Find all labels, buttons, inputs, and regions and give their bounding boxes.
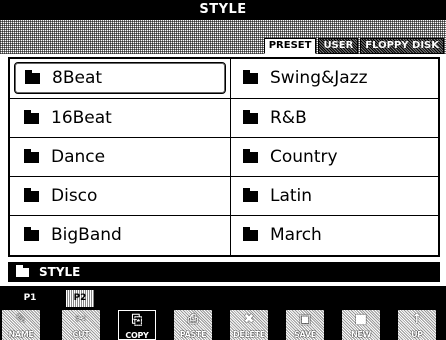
new-folder-button-label: NEW xyxy=(350,330,372,339)
file-item-label: Disco xyxy=(51,186,98,206)
name-button-label: NAME xyxy=(8,330,34,339)
folder-icon xyxy=(24,109,39,124)
file-item-label: Latin xyxy=(270,186,313,206)
file-item-label: March xyxy=(270,225,322,245)
folder-icon xyxy=(243,69,258,84)
folder-icon xyxy=(16,264,29,277)
file-row: Dance Country xyxy=(10,137,438,176)
save-icon: ▣ xyxy=(298,312,312,327)
tab-user[interactable]: USER xyxy=(318,38,359,54)
file-item-label: R&B xyxy=(270,108,307,128)
page-title: STYLE xyxy=(0,0,446,20)
delete-button-label: DELETE xyxy=(233,330,265,339)
copy-button-label: COPY xyxy=(125,331,149,340)
file-item-label: Swing&Jazz xyxy=(270,68,368,88)
copy-icon: ⎘ xyxy=(131,313,143,328)
paste-button-label: PASTE xyxy=(179,330,207,339)
folder-icon xyxy=(243,226,258,241)
folder-icon xyxy=(24,226,39,241)
file-item-swing-jazz[interactable]: Swing&Jazz xyxy=(231,59,438,97)
tab-floppy-disk[interactable]: FLOPPY DISK xyxy=(360,38,444,54)
file-row: BigBand March xyxy=(10,215,438,254)
up-button[interactable]: ↑ UP xyxy=(398,310,436,340)
file-item-march[interactable]: March xyxy=(231,216,438,254)
file-item-label: Country xyxy=(270,147,338,167)
current-path-bar: STYLE xyxy=(8,262,440,282)
file-grid: 8Beat Swing&Jazz 16Beat R&B Dance Countr… xyxy=(8,57,440,257)
file-item-label: Dance xyxy=(51,147,106,167)
folder-icon xyxy=(24,148,39,163)
cut-icon: ✂ xyxy=(75,312,87,327)
drive-tabs: PRESET USER FLOPPY DISK xyxy=(263,38,446,54)
file-item-r-and-b[interactable]: R&B xyxy=(231,99,438,137)
file-row: 8Beat Swing&Jazz xyxy=(10,59,438,98)
name-icon: ✎ xyxy=(15,312,27,327)
new-folder-icon: ■ xyxy=(354,312,368,327)
file-item-label: BigBand xyxy=(51,225,122,245)
delete-icon: ✖ xyxy=(243,312,255,327)
cut-button-label: CUT xyxy=(72,330,90,339)
copy-button[interactable]: ⎘ COPY xyxy=(118,310,156,340)
tab-preset[interactable]: PRESET xyxy=(263,38,317,54)
file-item-country[interactable]: Country xyxy=(231,138,438,176)
file-row: Disco Latin xyxy=(10,176,438,215)
file-item-latin[interactable]: Latin xyxy=(231,177,438,215)
file-item-label: 16Beat xyxy=(51,108,112,128)
style-screen: STYLE PRESET USER FLOPPY DISK 8Beat Swin… xyxy=(0,0,446,340)
paste-icon: ⎙ xyxy=(187,312,199,327)
cut-button[interactable]: ✂ CUT xyxy=(62,310,100,340)
save-button[interactable]: ▣ SAVE xyxy=(286,310,324,340)
file-row: 16Beat R&B xyxy=(10,98,438,137)
save-button-label: SAVE xyxy=(294,330,316,339)
folder-icon xyxy=(243,187,258,202)
up-icon: ↑ xyxy=(411,312,423,327)
delete-button[interactable]: ✖ DELETE xyxy=(230,310,268,340)
file-item-label: 8Beat xyxy=(52,68,103,88)
folder-icon xyxy=(24,187,39,202)
paste-button[interactable]: ⎙ PASTE xyxy=(174,310,212,340)
file-item-dance[interactable]: Dance xyxy=(10,138,230,176)
file-item-bigband[interactable]: BigBand xyxy=(10,216,230,254)
name-button[interactable]: ✎ NAME xyxy=(2,310,40,340)
page-tab-p1[interactable]: P1 xyxy=(16,290,44,307)
new-folder-button[interactable]: ■ NEW xyxy=(342,310,380,340)
file-item-8beat[interactable]: 8Beat xyxy=(14,62,226,94)
folder-icon xyxy=(243,109,258,124)
file-item-16beat[interactable]: 16Beat xyxy=(10,99,230,137)
current-path-label: STYLE xyxy=(39,265,81,279)
folder-icon xyxy=(25,69,40,84)
page-tab-p2[interactable]: P2 xyxy=(66,290,94,307)
file-item-disco[interactable]: Disco xyxy=(10,177,230,215)
folder-icon xyxy=(243,148,258,163)
up-button-label: UP xyxy=(411,330,423,339)
